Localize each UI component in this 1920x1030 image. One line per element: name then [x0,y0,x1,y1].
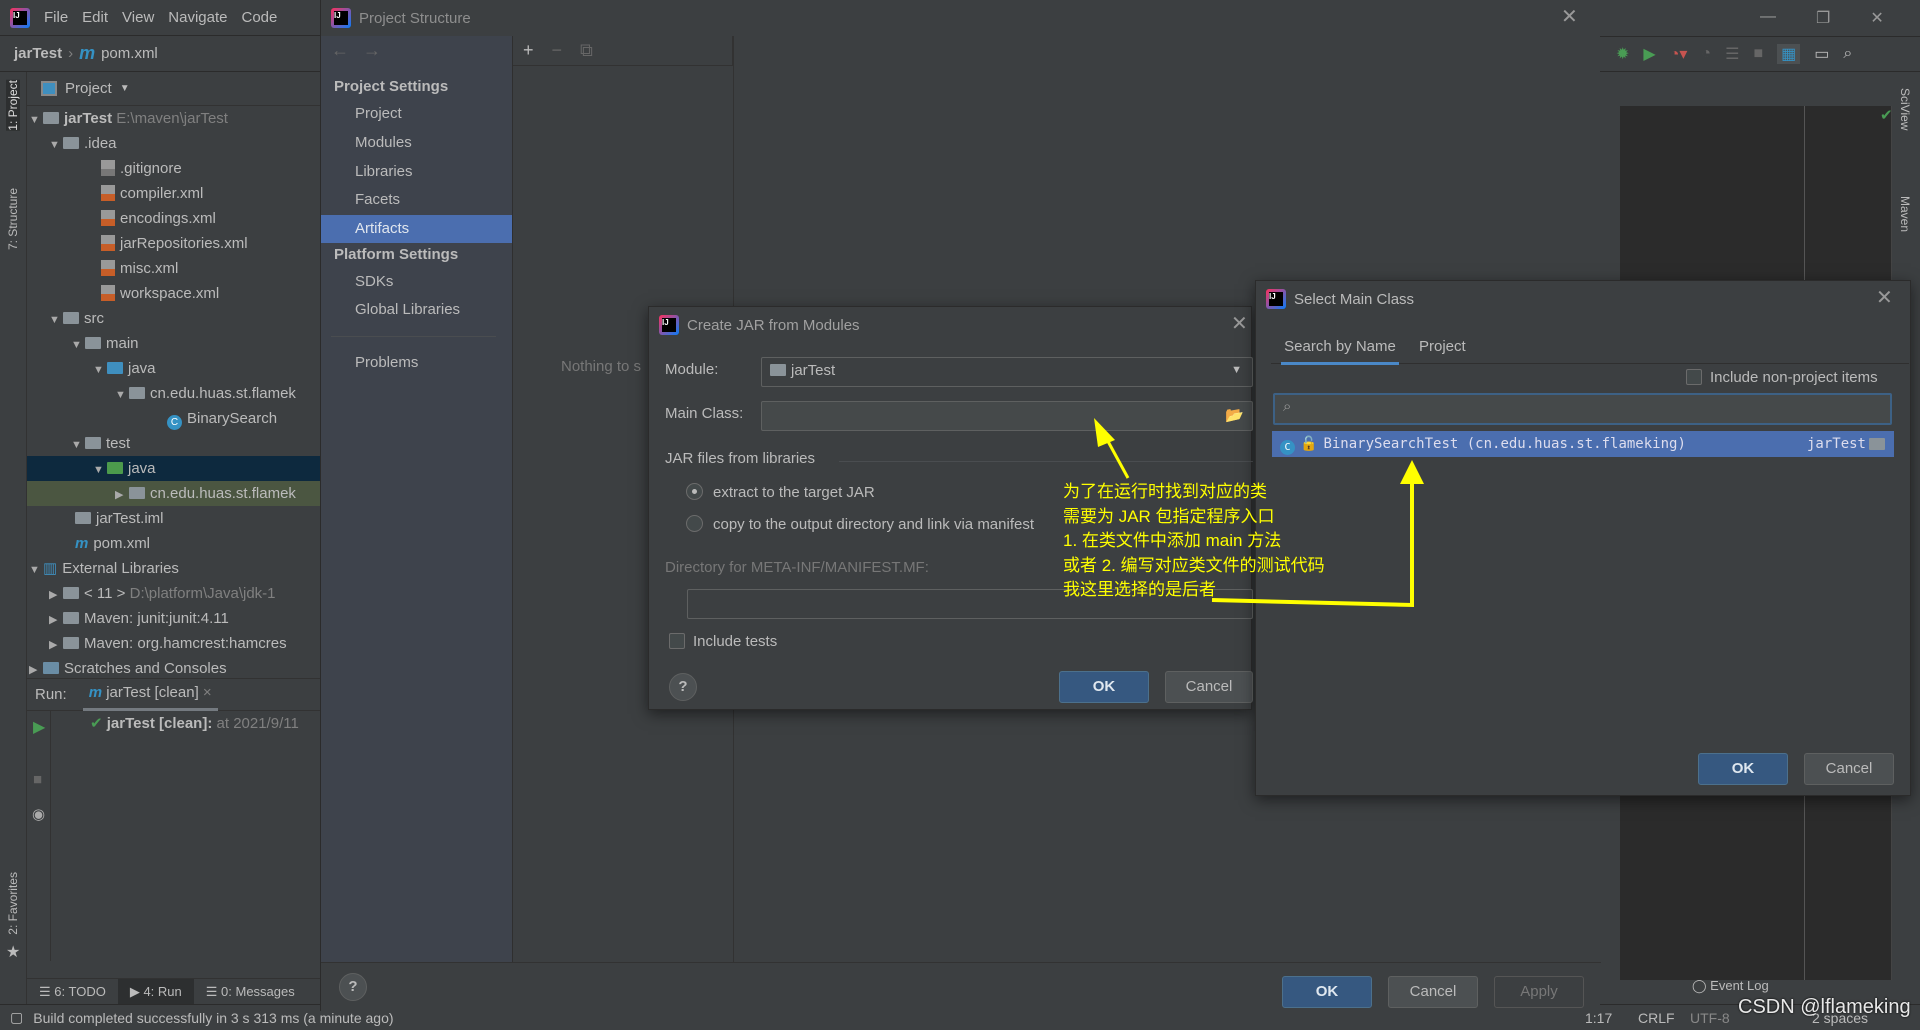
arrow-to-result [1211,460,1424,608]
watermark: CSDN @lflameking [1738,996,1911,1018]
annotation-arrows [1094,418,1424,608]
arrow-to-main-class [1094,418,1130,479]
